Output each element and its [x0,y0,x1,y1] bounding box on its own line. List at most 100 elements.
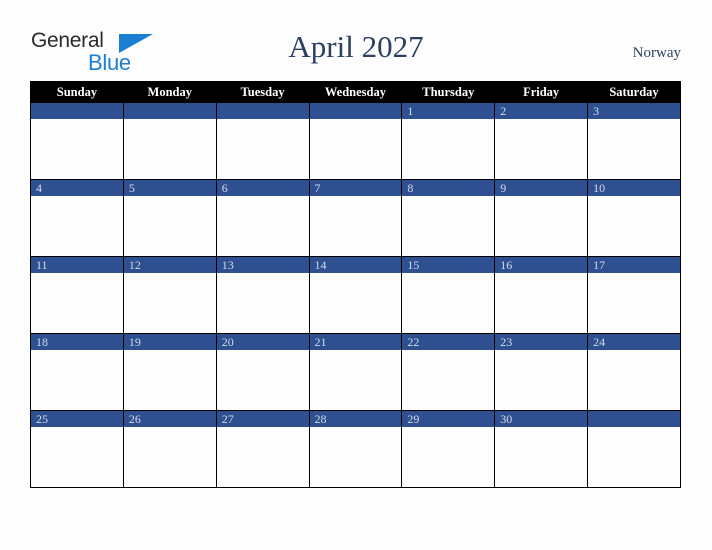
calendar-week-row: 1 2 3 [30,102,681,180]
calendar-week-row: 18 19 20 21 22 23 24 [30,333,681,411]
day-number: 26 [123,411,216,427]
day-notes-area[interactable] [31,273,123,333]
calendar-day-cell[interactable] [215,102,310,180]
calendar-day-cell[interactable]: 16 [494,256,589,334]
calendar-day-cell[interactable]: 21 [308,333,403,411]
day-number [588,411,680,427]
calendar-day-cell[interactable]: 17 [587,256,681,334]
day-notes-area[interactable] [216,427,309,487]
day-number: 3 [588,103,680,119]
day-notes-area[interactable] [31,119,123,179]
calendar-day-cell[interactable]: 29 [401,410,496,488]
day-number: 8 [402,180,495,196]
calendar-day-cell[interactable]: 12 [122,256,217,334]
calendar-day-cell[interactable]: 5 [122,179,217,257]
calendar-day-cell[interactable]: 23 [494,333,589,411]
day-notes-area[interactable] [588,196,680,256]
weekday-header-thursday: Thursday [401,81,496,103]
day-notes-area[interactable] [309,427,402,487]
day-number: 14 [309,257,402,273]
calendar-day-cell[interactable]: 19 [122,333,217,411]
day-notes-area[interactable] [309,350,402,410]
day-notes-area[interactable] [123,427,216,487]
day-notes-area[interactable] [495,273,588,333]
day-notes-area[interactable] [402,427,495,487]
day-number: 12 [123,257,216,273]
day-notes-area[interactable] [123,119,216,179]
day-notes-area[interactable] [588,273,680,333]
day-notes-area[interactable] [309,119,402,179]
calendar-week-row: 11 12 13 14 15 16 17 [30,256,681,334]
calendar-day-cell[interactable] [30,102,124,180]
calendar-day-cell[interactable] [587,410,681,488]
day-notes-area[interactable] [123,196,216,256]
calendar-day-cell[interactable]: 1 [401,102,496,180]
day-notes-area[interactable] [31,427,123,487]
day-notes-area[interactable] [216,350,309,410]
calendar-header-row: Sunday Monday Tuesday Wednesday Thursday… [30,81,681,103]
calendar-body: 1 2 3 4 5 6 7 8 9 10 11 12 13 14 15 16 1… [30,102,681,488]
day-number: 19 [123,334,216,350]
weekday-header-sunday: Sunday [30,81,124,103]
calendar-day-cell[interactable] [308,102,403,180]
calendar-day-cell[interactable] [122,102,217,180]
calendar-day-cell[interactable]: 11 [30,256,124,334]
page-title: April 2027 [288,29,424,64]
day-number [216,103,309,119]
day-notes-area[interactable] [495,350,588,410]
calendar-day-cell[interactable]: 13 [215,256,310,334]
calendar-day-cell[interactable]: 25 [30,410,124,488]
day-notes-area[interactable] [216,273,309,333]
calendar-day-cell[interactable]: 7 [308,179,403,257]
calendar-day-cell[interactable]: 24 [587,333,681,411]
calendar-day-cell[interactable]: 18 [30,333,124,411]
day-notes-area[interactable] [402,273,495,333]
day-number: 28 [309,411,402,427]
calendar-day-cell[interactable]: 10 [587,179,681,257]
calendar-day-cell[interactable]: 8 [401,179,496,257]
day-notes-area[interactable] [123,350,216,410]
weekday-header-wednesday: Wednesday [308,81,403,103]
calendar-day-cell[interactable]: 9 [494,179,589,257]
day-notes-area[interactable] [402,119,495,179]
day-notes-area[interactable] [495,196,588,256]
page-header: General Blue April 2027 Norway [0,0,712,80]
calendar-day-cell[interactable]: 3 [587,102,681,180]
weekday-header-tuesday: Tuesday [215,81,310,103]
day-number: 6 [216,180,309,196]
day-number: 5 [123,180,216,196]
day-notes-area[interactable] [588,119,680,179]
day-notes-area[interactable] [309,273,402,333]
day-notes-area[interactable] [31,196,123,256]
day-notes-area[interactable] [216,196,309,256]
day-notes-area[interactable] [495,427,588,487]
calendar-day-cell[interactable]: 4 [30,179,124,257]
calendar-day-cell[interactable]: 28 [308,410,403,488]
day-notes-area[interactable] [216,119,309,179]
day-notes-area[interactable] [402,350,495,410]
calendar-day-cell[interactable]: 30 [494,410,589,488]
day-notes-area[interactable] [31,350,123,410]
day-number: 13 [216,257,309,273]
calendar-day-cell[interactable]: 27 [215,410,310,488]
calendar-day-cell[interactable]: 20 [215,333,310,411]
day-number: 25 [31,411,123,427]
country-label: Norway [632,45,681,61]
day-number: 9 [495,180,588,196]
calendar-day-cell[interactable]: 15 [401,256,496,334]
day-number: 27 [216,411,309,427]
weekday-header-saturday: Saturday [587,81,681,103]
calendar-day-cell[interactable]: 22 [401,333,496,411]
day-notes-area[interactable] [123,273,216,333]
day-notes-area[interactable] [495,119,588,179]
day-notes-area[interactable] [309,196,402,256]
calendar-day-cell[interactable]: 14 [308,256,403,334]
day-notes-area[interactable] [402,196,495,256]
weekday-header-monday: Monday [122,81,217,103]
day-notes-area[interactable] [588,427,680,487]
calendar-day-cell[interactable]: 2 [494,102,589,180]
calendar-day-cell[interactable]: 26 [122,410,217,488]
day-number: 21 [309,334,402,350]
day-notes-area[interactable] [588,350,680,410]
calendar-day-cell[interactable]: 6 [215,179,310,257]
